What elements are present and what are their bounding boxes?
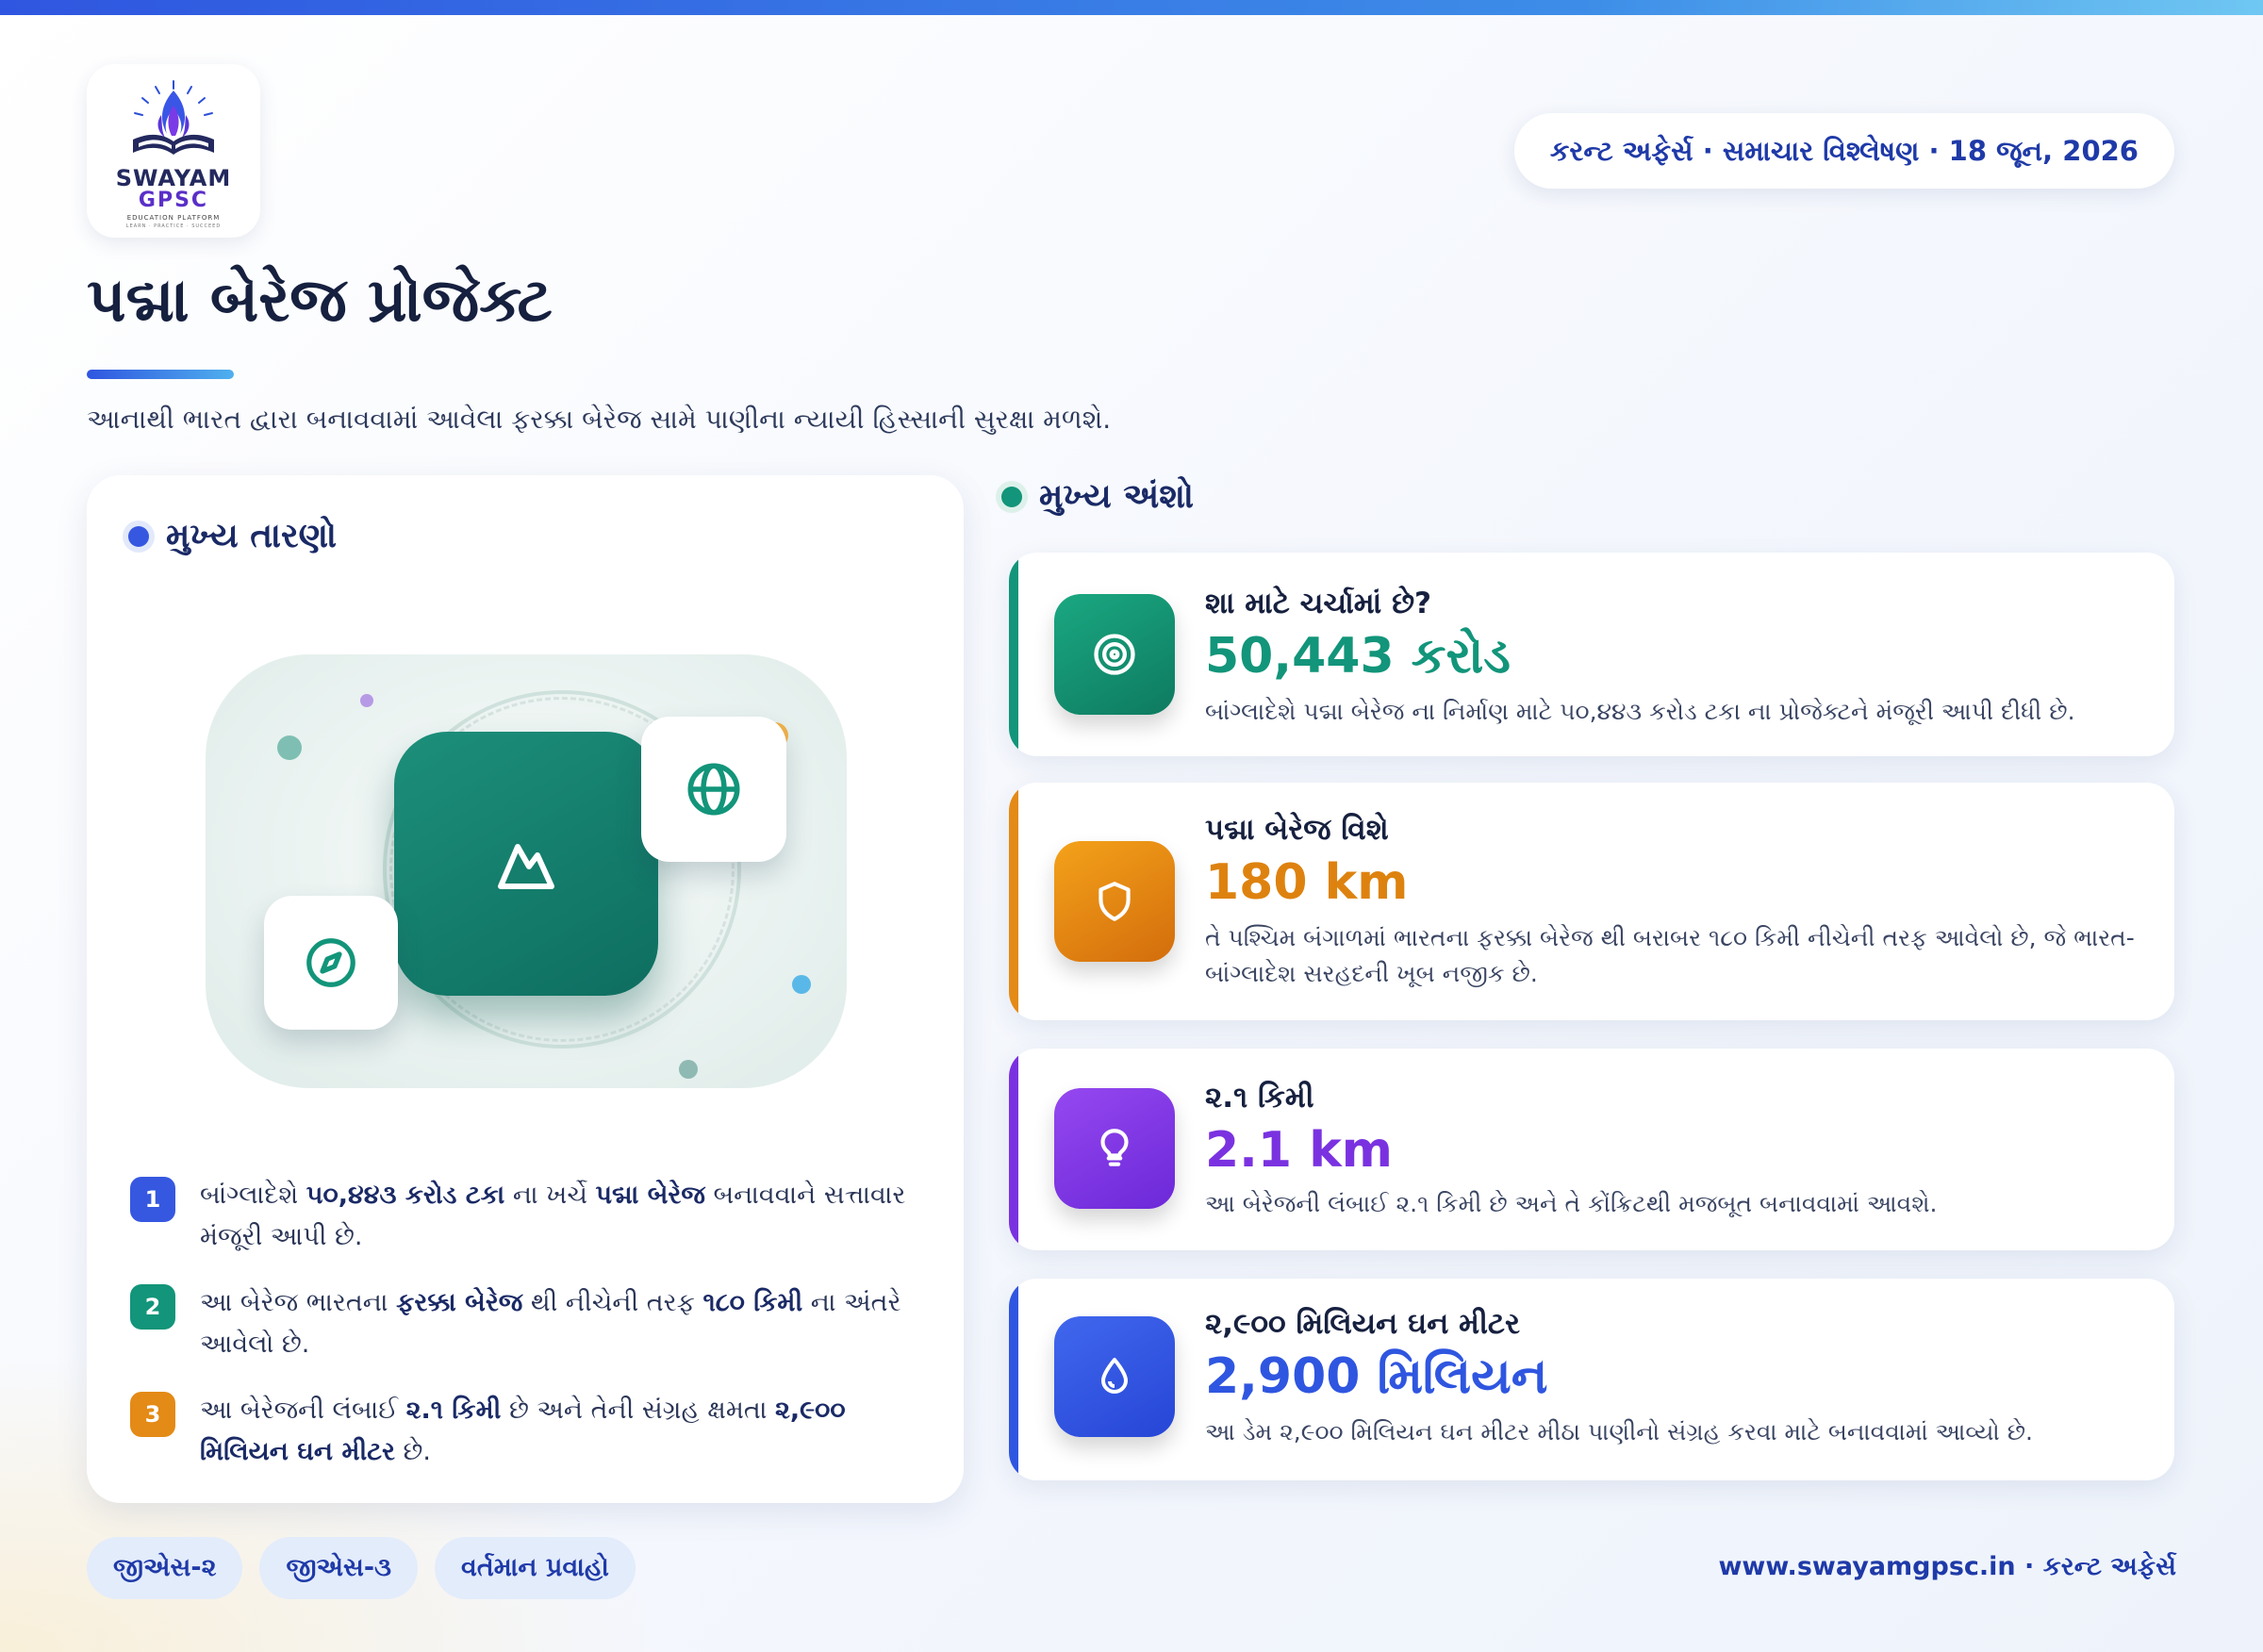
tag-gs2[interactable]: જીએસ-૨ bbox=[87, 1537, 243, 1599]
tag-list: જીએસ-૨ જીએસ-૩ વર્તમાન પ્રવાહો bbox=[87, 1537, 652, 1599]
finding-text: આ બેરેજ ભારતના ફરક્કા બેરેજ થી નીચેની તર… bbox=[200, 1288, 901, 1359]
finding-item: 1 બાંગ્લાદેશે ૫૦,૪૪૩ કરોડ ટકા ના ખર્ચે પદ… bbox=[130, 1175, 922, 1258]
card-accent bbox=[1009, 1049, 1018, 1250]
mountain-tile bbox=[394, 732, 658, 996]
water-drop-icon bbox=[1054, 1316, 1175, 1437]
globe-icon bbox=[687, 763, 740, 816]
findings-list: 1 બાંગ્લાદેશે ૫૦,૪૪૩ કરોડ ટકા ના ખર્ચે પદ… bbox=[130, 1175, 922, 1497]
finding-number-badge: 3 bbox=[130, 1392, 175, 1437]
highlight-card-about: પદ્મા બેરેજ વિશે 180 km તે પશ્ચિમ બંગાળમ… bbox=[1009, 783, 2174, 1020]
finding-emphasis: ૨.૧ કિમી bbox=[405, 1396, 502, 1425]
key-findings-card: મુખ્ય તારણો 1 બાંગ્લાદેશે ૫૦,૪૪૩ કરોડ ટકા… bbox=[87, 475, 964, 1503]
finding-item: 2 આ બેરેજ ભારતના ફરક્કા બેરેજ થી નીચેની ત… bbox=[130, 1282, 922, 1365]
top-accent-bar bbox=[0, 0, 2263, 15]
card-value: 180 km bbox=[1205, 854, 1409, 911]
card-label: પદ્મા બેરેજ વિશે bbox=[1205, 813, 1389, 847]
globe-tile bbox=[641, 717, 786, 862]
card-value: 2.1 km bbox=[1205, 1122, 1393, 1179]
logo-flame-book-icon bbox=[133, 80, 214, 155]
finding-emphasis: ફરક્કા બેરેજ bbox=[396, 1288, 523, 1317]
decor-dot bbox=[360, 694, 373, 707]
card-value: 2,900 મિલિયન bbox=[1205, 1348, 1548, 1405]
card-description: તે પશ્ચિમ બંગાળમાં ભારતના ફરક્કા બેરેજ થ… bbox=[1205, 924, 2135, 987]
card-description: આ ડેમ ૨,૯૦૦ મિલિયન ઘન મીટર મીઠા પાણીનો સ… bbox=[1205, 1418, 2033, 1446]
finding-number-badge: 2 bbox=[130, 1284, 175, 1330]
highlight-card-storage: ૨,૯૦૦ મિલિયન ઘન મીટર 2,900 મિલિયન આ ડેમ … bbox=[1009, 1279, 2174, 1480]
lightbulb-icon bbox=[1054, 1088, 1175, 1209]
title-underline bbox=[87, 370, 234, 379]
brand-logo: SWAYAM GPSC EDUCATION PLATFORM LEARN · P… bbox=[87, 64, 260, 238]
card-accent bbox=[1009, 1279, 1018, 1480]
card-value: 50,443 કરોડ bbox=[1205, 628, 1511, 685]
finding-emphasis: પદ્મા બેરેજ bbox=[595, 1181, 705, 1210]
target-icon bbox=[1054, 594, 1175, 715]
footer-website-link[interactable]: www.swayamgpsc.in · કરન્ટ અફેર્સ bbox=[1718, 1552, 2176, 1582]
compass-icon bbox=[306, 938, 355, 987]
blue-dot-icon bbox=[128, 526, 149, 547]
page-title: પદ્મા બેરેજ પ્રોજેક્ટ bbox=[87, 266, 553, 336]
green-dot-icon bbox=[1001, 487, 1022, 507]
page-subtitle: આનાથી ભારત દ્વારા બનાવવામાં આવેલા ફરક્કા… bbox=[87, 404, 1112, 435]
highlight-card-length: ૨.૧ કિમી 2.1 km આ બેરેજની લંબાઈ ૨.૧ કિમી… bbox=[1009, 1049, 2174, 1250]
decor-dot bbox=[277, 735, 302, 760]
logo-tagline: LEARN · PRACTICE · SUCCEED bbox=[125, 223, 222, 229]
card-label: ૨.૧ કિમી bbox=[1205, 1081, 1314, 1115]
mountain-icon bbox=[498, 844, 554, 889]
highlights-heading-text: મુખ્ય અંશો bbox=[1039, 477, 1195, 516]
compass-tile bbox=[264, 896, 398, 1030]
finding-text: બાંગ્લાદેશે ૫૦,૪૪૩ કરોડ ટકા ના ખર્ચે પદ્… bbox=[200, 1181, 906, 1251]
tag-current-affairs[interactable]: વર્તમાન પ્રવાહો bbox=[435, 1537, 636, 1599]
findings-heading-text: મુખ્ય તારણો bbox=[166, 517, 337, 555]
card-description: બાંગ્લાદેશે પદ્મા બેરેજ ના નિર્માણ માટે … bbox=[1205, 698, 2075, 725]
highlight-card-why: શા માટે ચર્ચામાં છે? 50,443 કરોડ બાંગ્લા… bbox=[1009, 553, 2174, 756]
card-accent bbox=[1009, 783, 1018, 1020]
decor-dot bbox=[679, 1060, 698, 1079]
finding-emphasis: ૫૦,૪૪૩ કરોડ ટકા bbox=[306, 1181, 505, 1210]
card-label: શા માટે ચર્ચામાં છે? bbox=[1205, 586, 1432, 620]
logo-word-gpsc: GPSC bbox=[138, 189, 209, 212]
finding-item: 3 આ બેરેજની લંબાઈ ૨.૧ કિમી છે અને તેની સં… bbox=[130, 1390, 922, 1473]
decor-dot bbox=[792, 975, 811, 994]
logo-subtitle: EDUCATION PLATFORM bbox=[126, 214, 221, 222]
finding-number-badge: 1 bbox=[130, 1177, 175, 1222]
illustration bbox=[206, 654, 847, 1088]
card-label: ૨,૯૦૦ મિલિયન ઘન મીટર bbox=[1205, 1307, 1521, 1341]
tag-gs3[interactable]: જીએસ-૩ bbox=[259, 1537, 419, 1599]
findings-heading: મુખ્ય તારણો bbox=[128, 517, 337, 556]
date-pill: કરન્ટ અફેર્સ · સમાચાર વિશ્લેષણ · 18 જૂન,… bbox=[1513, 113, 2174, 189]
shield-icon bbox=[1054, 841, 1175, 962]
highlights-heading: મુખ્ય અંશો bbox=[1001, 477, 1194, 517]
finding-emphasis: ૧૮૦ કિમી bbox=[702, 1288, 803, 1317]
finding-emphasis: ૨,૯૦૦ મિલિયન ઘન મીટર bbox=[200, 1396, 846, 1466]
card-accent bbox=[1009, 553, 1018, 756]
logo-word-swayam: SWAYAM bbox=[115, 165, 232, 191]
finding-text: આ બેરેજની લંબાઈ ૨.૧ કિમી છે અને તેની સંગ… bbox=[200, 1396, 846, 1466]
card-description: આ બેરેજની લંબાઈ ૨.૧ કિમી છે અને તે કોંક્… bbox=[1205, 1190, 1938, 1217]
